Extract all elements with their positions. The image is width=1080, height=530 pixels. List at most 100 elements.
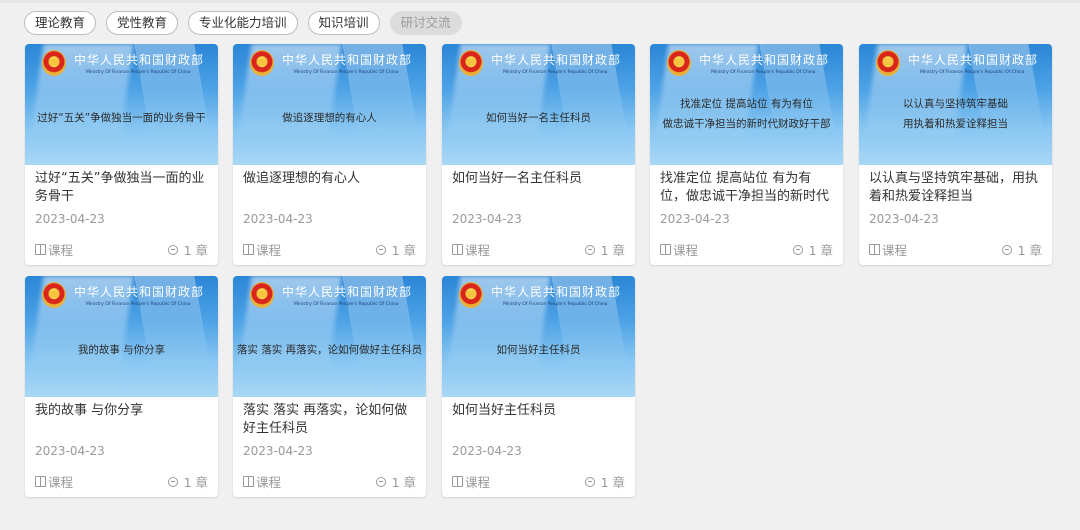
ministry-name-en: Ministry Of Finance People's Republic Of…: [503, 302, 608, 307]
ministry-name-en: Ministry Of Finance People's Republic Of…: [86, 70, 191, 75]
course-title[interactable]: 过好“五关”争做独当一面的业务骨干: [35, 170, 210, 206]
national-emblem-icon: [42, 50, 66, 76]
course-title[interactable]: 找准定位 提高站位 有为有位，做忠诚干净担当的新时代: [660, 170, 835, 206]
course-date: 2023-04-23: [452, 212, 522, 226]
banner-text: 以认真与坚持筑牢基础 用执着和热爱诠释担当: [903, 98, 1008, 130]
course-title[interactable]: 以认真与坚持筑牢基础，用执着和热爱诠释担当: [869, 170, 1044, 206]
chapter-count: 1 章: [375, 472, 416, 491]
chapter-icon: [584, 476, 595, 487]
book-icon: [452, 244, 463, 255]
course-card[interactable]: 中华人民共和国财政部 Ministry Of Finance People's …: [442, 276, 635, 497]
chapter-count: 1 章: [584, 240, 625, 259]
chapter-count: 1 章: [167, 472, 208, 491]
course-date: 2023-04-23: [35, 212, 105, 226]
chapter-count: 1 章: [375, 240, 416, 259]
course-date: 2023-04-23: [452, 444, 522, 458]
ministry-name-en: Ministry Of Finance People's Republic Of…: [503, 70, 608, 75]
chapter-icon: [375, 244, 386, 255]
course-date: 2023-04-23: [243, 444, 313, 458]
tab-professional-training[interactable]: 专业化能力培训: [188, 11, 298, 35]
course-card[interactable]: 中华人民共和国财政部 Ministry Of Finance People's …: [859, 44, 1052, 265]
course-thumbnail: 中华人民共和国财政部 Ministry Of Finance People's …: [859, 44, 1052, 165]
category-tabs: 理论教育 党性教育 专业化能力培训 知识培训 研讨交流: [24, 11, 462, 35]
course-thumbnail: 中华人民共和国财政部 Ministry Of Finance People's …: [25, 276, 218, 397]
course-date: 2023-04-23: [869, 212, 939, 226]
course-type: 课程: [660, 240, 698, 259]
tab-knowledge-training[interactable]: 知识培训: [307, 11, 380, 35]
book-icon: [35, 476, 46, 487]
book-icon: [35, 244, 46, 255]
banner-text: 过好“五关”争做独当一面的业务骨干: [37, 112, 206, 124]
chapter-icon: [584, 244, 595, 255]
course-type: 课程: [35, 240, 73, 259]
course-thumbnail: 中华人民共和国财政部 Ministry Of Finance People's …: [233, 276, 426, 397]
course-card[interactable]: 中华人民共和国财政部 Ministry Of Finance People's …: [25, 276, 218, 497]
course-title[interactable]: 做追逐理想的有心人: [243, 170, 418, 188]
ministry-name-en: Ministry Of Finance People's Republic Of…: [86, 302, 191, 307]
course-thumbnail: 中华人民共和国财政部 Ministry Of Finance People's …: [233, 44, 426, 165]
chapter-icon: [375, 476, 386, 487]
course-type: 课程: [452, 472, 490, 491]
tab-seminar-exchange[interactable]: 研讨交流: [389, 11, 462, 35]
ministry-name-cn: 中华人民共和国财政部: [282, 285, 413, 299]
ministry-name-en: Ministry Of Finance People's Republic Of…: [920, 70, 1025, 75]
course-date: 2023-04-23: [35, 444, 105, 458]
national-emblem-icon: [459, 50, 483, 76]
banner-text: 如何当好主任科员: [496, 344, 581, 356]
national-emblem-icon: [42, 282, 66, 308]
banner-text: 我的故事 与你分享: [77, 344, 166, 356]
course-card[interactable]: 中华人民共和国财政部 Ministry Of Finance People's …: [442, 44, 635, 265]
tab-party-education[interactable]: 党性教育: [106, 11, 179, 35]
national-emblem-icon: [667, 50, 691, 76]
banner-text: 落实 落实 再落实，论如何做好主任科员: [236, 344, 423, 356]
chapter-count: 1 章: [1001, 240, 1042, 259]
ministry-name-cn: 中华人民共和国财政部: [908, 53, 1039, 67]
chapter-icon: [792, 244, 803, 255]
ministry-name-en: Ministry Of Finance People's Republic Of…: [294, 70, 399, 75]
banner-text: 找准定位 提高站位 有为有位 做忠诚干净担当的新时代财政好干部: [662, 98, 831, 130]
course-type: 课程: [243, 472, 281, 491]
ministry-name-en: Ministry Of Finance People's Republic Of…: [294, 302, 399, 307]
course-card[interactable]: 中华人民共和国财政部 Ministry Of Finance People's …: [233, 276, 426, 497]
book-icon: [243, 244, 254, 255]
chapter-count: 1 章: [167, 240, 208, 259]
national-emblem-icon: [250, 50, 274, 76]
course-title[interactable]: 如何当好一名主任科员: [452, 170, 627, 188]
course-type: 课程: [35, 472, 73, 491]
ministry-name-cn: 中华人民共和国财政部: [491, 285, 622, 299]
chapter-icon: [1001, 244, 1012, 255]
chapter-count: 1 章: [584, 472, 625, 491]
course-card[interactable]: 中华人民共和国财政部 Ministry Of Finance People's …: [25, 44, 218, 265]
course-title[interactable]: 落实 落实 再落实，论如何做好主任科员: [243, 402, 418, 438]
banner-text: 如何当好一名主任科员: [486, 112, 591, 124]
course-type: 课程: [243, 240, 281, 259]
course-title[interactable]: 我的故事 与你分享: [35, 402, 210, 420]
ministry-name-cn: 中华人民共和国财政部: [699, 53, 830, 67]
book-icon: [452, 476, 463, 487]
course-type: 课程: [869, 240, 907, 259]
course-thumbnail: 中华人民共和国财政部 Ministry Of Finance People's …: [650, 44, 843, 165]
banner-text: 做追逐理想的有心人: [282, 112, 377, 124]
course-type: 课程: [452, 240, 490, 259]
course-thumbnail: 中华人民共和国财政部 Ministry Of Finance People's …: [442, 44, 635, 165]
ministry-name-en: Ministry Of Finance People's Republic Of…: [711, 70, 816, 75]
book-icon: [869, 244, 880, 255]
book-icon: [660, 244, 671, 255]
ministry-name-cn: 中华人民共和国财政部: [282, 53, 413, 67]
ministry-name-cn: 中华人民共和国财政部: [74, 53, 205, 67]
course-card[interactable]: 中华人民共和国财政部 Ministry Of Finance People's …: [233, 44, 426, 265]
course-card[interactable]: 中华人民共和国财政部 Ministry Of Finance People's …: [650, 44, 843, 265]
chapter-icon: [167, 476, 178, 487]
chapter-icon: [167, 244, 178, 255]
tab-theory-education[interactable]: 理论教育: [24, 11, 97, 35]
course-title[interactable]: 如何当好主任科员: [452, 402, 627, 420]
chapter-count: 1 章: [792, 240, 833, 259]
top-divider: [0, 0, 1080, 3]
national-emblem-icon: [250, 282, 274, 308]
national-emblem-icon: [876, 50, 900, 76]
ministry-name-cn: 中华人民共和国财政部: [74, 285, 205, 299]
course-date: 2023-04-23: [243, 212, 313, 226]
course-thumbnail: 中华人民共和国财政部 Ministry Of Finance People's …: [25, 44, 218, 165]
ministry-name-cn: 中华人民共和国财政部: [491, 53, 622, 67]
course-date: 2023-04-23: [660, 212, 730, 226]
